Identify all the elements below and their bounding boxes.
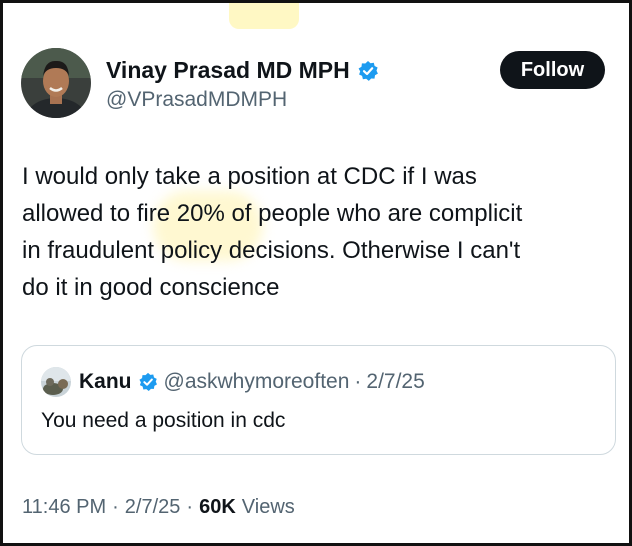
tweet-date[interactable]: 2/7/25	[125, 496, 181, 519]
quoted-author-handle[interactable]: @askwhymoreoften	[164, 370, 350, 394]
quoted-author-avatar[interactable]	[41, 367, 71, 397]
tweet-text: I would only take a position at CDC if I…	[22, 158, 617, 306]
tweet-text-line: in fraudulent policy decisions. Otherwis…	[22, 237, 521, 264]
tweet-text-line: do it in good conscience	[22, 274, 280, 301]
tweet-card: Vinay Prasad MD MPH @VPrasadMDMPH Follow…	[0, 0, 632, 546]
quoted-author-name[interactable]: Kanu	[79, 370, 132, 394]
quoted-tweet-header: Kanu @askwhymoreoften · 2/7/25	[79, 367, 425, 397]
quoted-tweet-text: You need a position in cdc	[41, 409, 286, 432]
separator-dot: ·	[354, 370, 362, 393]
verified-badge-icon	[138, 372, 158, 392]
highlight-mark	[229, 3, 299, 29]
quoted-tweet[interactable]: Kanu @askwhymoreoften · 2/7/25 You need …	[21, 345, 616, 455]
author-name[interactable]: Vinay Prasad MD MPH	[106, 57, 379, 84]
views-count[interactable]: 60K	[199, 496, 236, 519]
verified-badge-icon	[357, 60, 379, 82]
tweet-text-line: I would only take a position at CDC if I…	[22, 163, 477, 190]
author-name-text[interactable]: Vinay Prasad MD MPH	[106, 57, 350, 84]
quoted-tweet-date[interactable]: 2/7/25	[366, 370, 424, 394]
tweet-text-line: allowed to fire 20% of people who are co…	[22, 200, 523, 227]
tweet-meta: 11:46 PM · 2/7/25 · 60K Views	[22, 496, 295, 519]
separator-dot: ·	[186, 496, 194, 518]
author-handle[interactable]: @VPrasadMDMPH	[106, 88, 287, 112]
views-label[interactable]: Views	[242, 496, 295, 519]
separator-dot: ·	[112, 496, 119, 518]
author-avatar[interactable]	[21, 48, 91, 118]
tweet-time[interactable]: 11:46 PM	[22, 496, 106, 519]
follow-button[interactable]: Follow	[500, 51, 605, 89]
